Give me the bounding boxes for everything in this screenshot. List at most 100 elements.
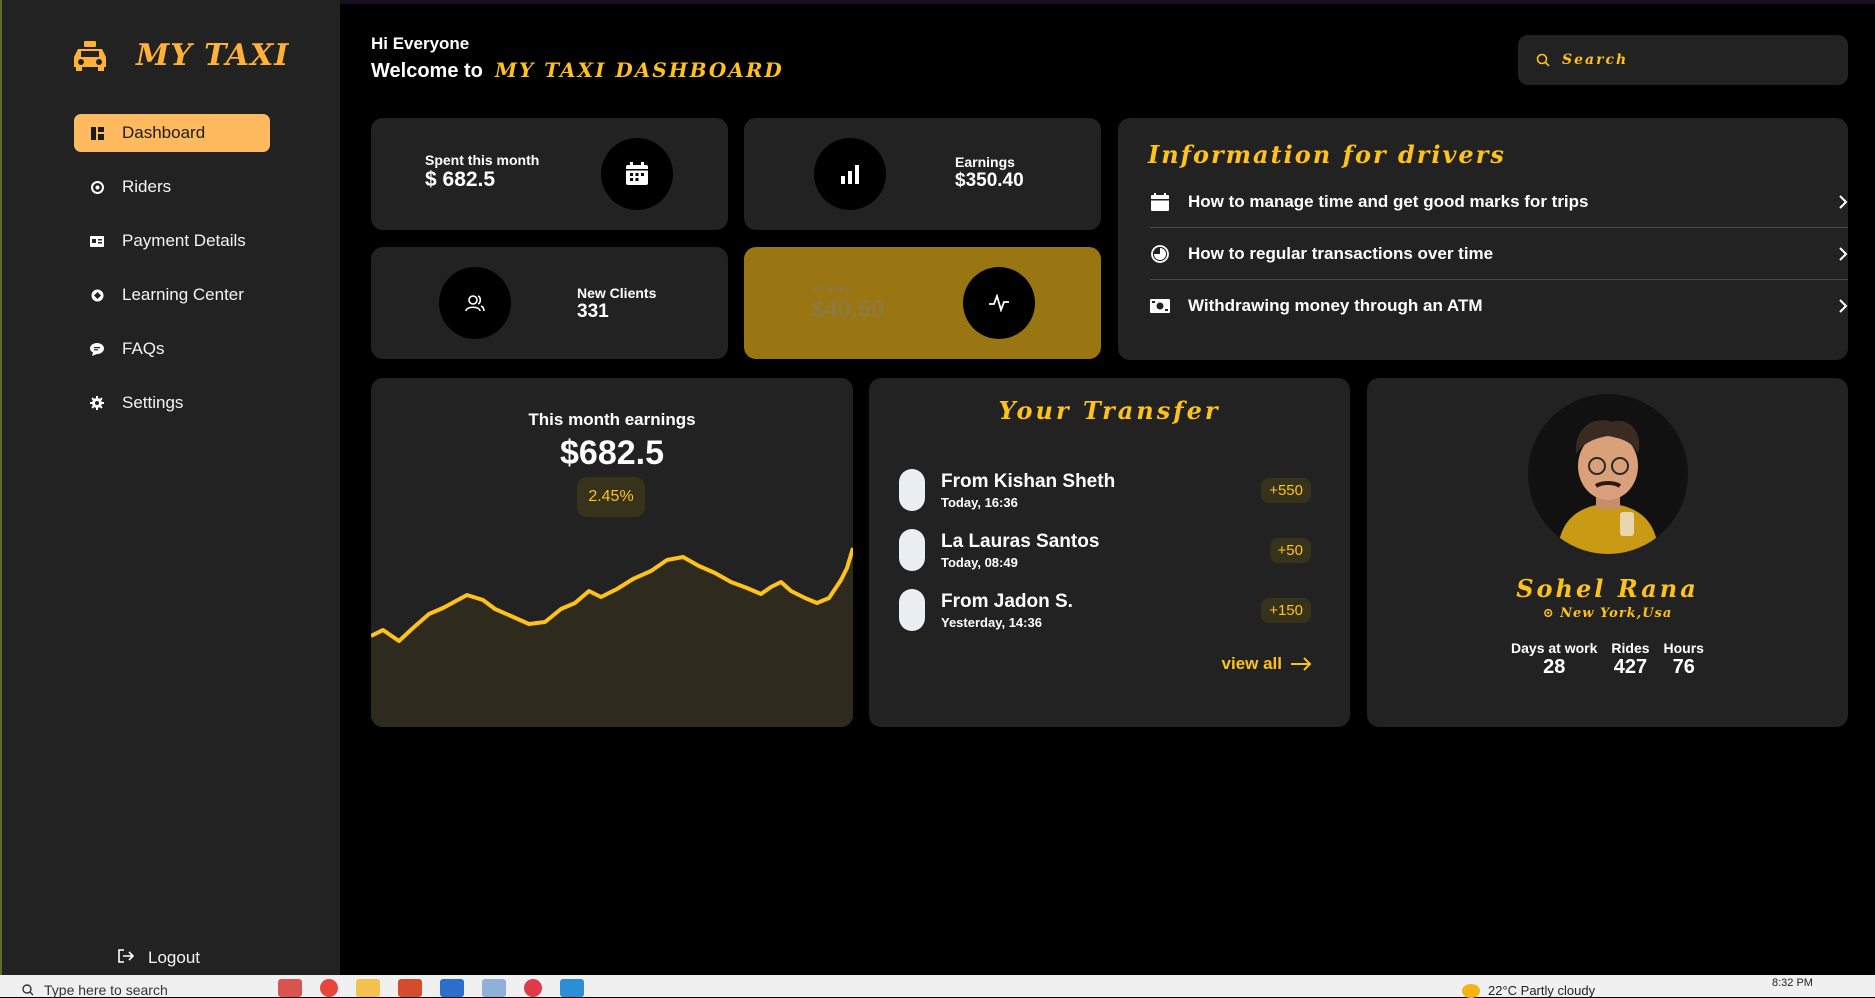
profile-location-text: New York,Usa bbox=[1560, 606, 1673, 621]
spent-label: Spent this month bbox=[425, 152, 540, 168]
sidebar-item-learning-center[interactable]: Learning Center bbox=[74, 276, 270, 314]
search-icon bbox=[22, 984, 34, 996]
transfer-time: Yesterday, 14:36 bbox=[941, 614, 1042, 630]
sidebar-item-dashboard[interactable]: Dashboard bbox=[74, 114, 270, 152]
transfer-item[interactable]: From Kishan Sheth Today, 16:36 +550 bbox=[899, 460, 1311, 520]
sidebar-item-label: Payment Details bbox=[122, 231, 246, 250]
avatar bbox=[899, 529, 925, 571]
sidebar-item-label: Settings bbox=[122, 393, 184, 412]
search-icon bbox=[1536, 53, 1550, 67]
profile-stat: Rides 427 bbox=[1611, 640, 1649, 679]
transfer-list: From Kishan Sheth Today, 16:36 +550 La L… bbox=[899, 460, 1311, 640]
sidebar-item-payment-details[interactable]: Payment Details bbox=[74, 222, 270, 260]
sidebar-item-faqs[interactable]: FAQs bbox=[74, 330, 270, 368]
opera-icon[interactable] bbox=[524, 979, 542, 997]
dashboard-icon bbox=[90, 126, 104, 140]
profile-stat-value: 28 bbox=[1543, 656, 1566, 678]
profile-stat-value: 76 bbox=[1672, 656, 1695, 678]
riders-icon bbox=[90, 180, 104, 194]
search-box[interactable] bbox=[1518, 35, 1848, 85]
money-icon bbox=[1150, 299, 1170, 313]
bars-badge bbox=[814, 138, 886, 210]
search-input[interactable] bbox=[1562, 52, 1822, 68]
activity-icon bbox=[989, 294, 1009, 312]
folder-icon[interactable] bbox=[356, 979, 380, 997]
profile-stat-value: 427 bbox=[1613, 656, 1648, 678]
sidebar-item-label: Riders bbox=[122, 177, 172, 196]
month-earnings-card: This month earnings $682.5 2.45% bbox=[371, 378, 853, 727]
calendar-badge bbox=[601, 138, 673, 210]
info-item-text: How to manage time and get good marks fo… bbox=[1188, 191, 1589, 211]
users-badge bbox=[439, 267, 511, 339]
info-item[interactable]: How to manage time and get good marks fo… bbox=[1150, 176, 1848, 228]
info-item-text: Withdrawing money through an ATM bbox=[1188, 296, 1483, 315]
welcome-brand: MY TAXI DASHBOARD bbox=[494, 58, 784, 82]
arrow-right-icon bbox=[1291, 657, 1312, 671]
gear-icon bbox=[90, 396, 104, 410]
greeting: Hi Everyone Welcome to MY TAXI DASHBOARD bbox=[371, 34, 784, 83]
app-icon[interactable] bbox=[398, 979, 422, 997]
greeting-hi: Hi Everyone bbox=[371, 34, 470, 53]
profile-stat: Hours 76 bbox=[1664, 640, 1704, 679]
logout-label: Logout bbox=[148, 948, 200, 967]
sidebar-item-riders[interactable]: Riders bbox=[74, 168, 270, 206]
photos-icon[interactable] bbox=[482, 979, 506, 997]
transfer-item[interactable]: From Jadon S. Yesterday, 14:36 +150 bbox=[899, 580, 1311, 640]
chevron-right-icon bbox=[1839, 299, 1848, 313]
sidebar-nav: Dashboard Riders Payment Details Learnin… bbox=[74, 114, 270, 438]
transfer-time: Today, 08:49 bbox=[941, 554, 1018, 570]
store-icon[interactable] bbox=[440, 979, 464, 997]
greeting-welcome: Welcome to MY TAXI DASHBOARD bbox=[371, 58, 784, 83]
profile-card: Sohel Rana ⊙ New York,Usa Days at work 2… bbox=[1367, 378, 1848, 727]
earnings-label: Earnings bbox=[955, 154, 1015, 170]
activity-value: $40.50 bbox=[811, 296, 885, 323]
info-item-text: How to regular transactions over time bbox=[1188, 243, 1494, 263]
calendar-icon bbox=[626, 162, 648, 185]
sidebar-item-settings[interactable]: Settings bbox=[74, 384, 270, 422]
logo[interactable]: MY TAXI bbox=[72, 38, 289, 73]
sidebar-item-label: Dashboard bbox=[122, 123, 206, 142]
bar-chart-icon bbox=[841, 165, 859, 184]
logout-button[interactable]: Logout bbox=[118, 948, 200, 968]
taskbar-clock[interactable]: 8:32 PM bbox=[1772, 977, 1813, 989]
transfer-name: From Jadon S. bbox=[941, 590, 1073, 612]
profile-stat: Days at work 28 bbox=[1511, 640, 1597, 679]
activity-label: Activity bbox=[811, 281, 853, 296]
taskbar-weather[interactable]: 22°C Partly cloudy bbox=[1462, 983, 1595, 998]
vscode-icon[interactable] bbox=[560, 979, 584, 997]
transfer-time: Today, 16:36 bbox=[941, 494, 1018, 510]
taskbar-search-text: Type here to search bbox=[44, 982, 168, 998]
spent-value: $ 682.5 bbox=[425, 168, 496, 191]
welcome-text: Welcome to bbox=[371, 60, 483, 82]
transfer-item[interactable]: La Lauras Santos Today, 08:49 +50 bbox=[899, 520, 1311, 580]
chevron-right-icon bbox=[1839, 194, 1848, 209]
taskbar-apps bbox=[278, 979, 584, 997]
avatar bbox=[1528, 394, 1688, 554]
view-all-link[interactable]: view all bbox=[1222, 654, 1312, 674]
learning-icon bbox=[90, 288, 104, 302]
transfer-title: Your Transfer bbox=[998, 396, 1221, 425]
weather-icon bbox=[1462, 983, 1480, 998]
chrome-icon[interactable] bbox=[320, 979, 338, 997]
profile-name: Sohel Rana bbox=[1516, 574, 1699, 603]
clients-value: 331 bbox=[577, 301, 609, 322]
info-item[interactable]: Withdrawing money through an ATM bbox=[1150, 280, 1848, 332]
transfer-name: La Lauras Santos bbox=[941, 530, 1100, 552]
taskbar-search[interactable]: Type here to search bbox=[22, 982, 168, 998]
info-item[interactable]: How to regular transactions over time bbox=[1150, 228, 1848, 280]
sidebar-item-label: Learning Center bbox=[122, 285, 244, 304]
chevron-right-icon bbox=[1839, 246, 1848, 261]
avatar bbox=[899, 469, 925, 511]
windows-taskbar: Type here to search 22°C Partly cloudy 8… bbox=[0, 975, 1875, 998]
profile-stat-label: Days at work bbox=[1511, 640, 1598, 656]
transfer-amount: +50 bbox=[1269, 537, 1311, 563]
calendar-widget-icon[interactable] bbox=[278, 979, 302, 997]
info-list: How to manage time and get good marks fo… bbox=[1150, 176, 1848, 332]
sidebar: MY TAXI Dashboard Riders Payment Details… bbox=[0, 0, 340, 975]
avatar bbox=[899, 589, 925, 631]
logout-icon bbox=[118, 948, 135, 968]
profile-stat-label: Hours bbox=[1663, 640, 1704, 656]
location-pin-icon: ⊙ bbox=[1542, 606, 1561, 621]
clock-icon bbox=[1150, 244, 1170, 263]
earnings-sparkline bbox=[371, 547, 853, 727]
